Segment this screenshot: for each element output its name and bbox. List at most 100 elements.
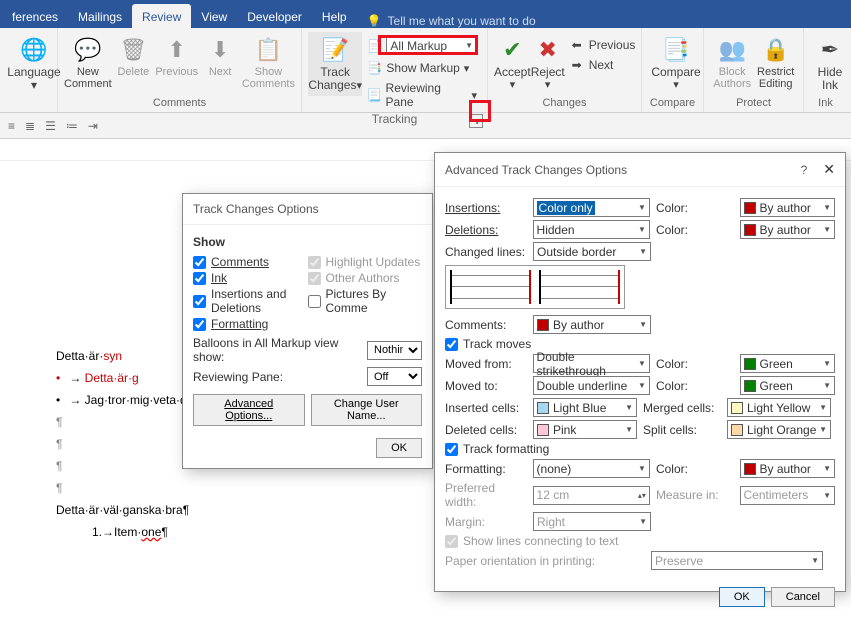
dropdown-icon: ▾ <box>31 78 37 92</box>
mt-color-combo[interactable]: Green▼ <box>740 376 836 395</box>
para-mark-icon: ¶ <box>56 459 62 473</box>
chk-ins-del[interactable]: Insertions and Deletions <box>193 287 308 315</box>
tracking-dialog-launcher[interactable]: ↘ <box>469 114 483 128</box>
chk-other-authors: Other Authors <box>308 271 423 285</box>
moved-to-combo[interactable]: Double underline▼ <box>533 376 650 395</box>
chk-track-formatting[interactable]: Track formatting <box>445 442 835 456</box>
markup-dropdown[interactable]: 📄All Markup▼ <box>362 34 481 57</box>
changes-group-label: Changes <box>494 96 635 110</box>
language-button[interactable]: 🌐 Language▾ <box>6 32 62 96</box>
show-markup-button[interactable]: 📑Show Markup ▾ <box>362 59 481 77</box>
tab-developer[interactable]: Developer <box>237 4 312 28</box>
compare-button[interactable]: 📑Compare▾ <box>648 32 704 96</box>
reject-label: Reject <box>531 65 565 79</box>
tab-references[interactable]: ferences <box>2 4 68 28</box>
para-mark-icon: ¶ <box>56 415 62 429</box>
indent-icon[interactable]: ⇥ <box>88 119 98 133</box>
ink-icon: ✒ <box>821 34 839 66</box>
atco-ok-button[interactable]: OK <box>719 587 765 607</box>
help-icon[interactable]: ? <box>801 163 808 177</box>
del-cells-label: Deleted cells: <box>445 423 527 437</box>
comments-color-combo[interactable]: By author▼ <box>533 315 651 334</box>
next-comment-button[interactable]: ⬇Next <box>198 32 241 96</box>
measure-combo[interactable]: Centimeters▼ <box>740 486 836 505</box>
tab-help[interactable]: Help <box>312 4 357 28</box>
delete-comment-button[interactable]: 🗑Delete <box>112 32 155 96</box>
block-authors-button[interactable]: 👥Block Authors <box>710 32 754 96</box>
restrict-editing-button[interactable]: 🔒Restrict Editing <box>754 32 797 96</box>
changed-lines-preview <box>445 265 625 309</box>
previous-change-button[interactable]: ⬅Previous <box>565 36 640 54</box>
reviewing-pane-select[interactable]: Off <box>367 367 422 386</box>
change-user-name-button[interactable]: Change User Name... <box>311 394 423 426</box>
balloons-label: Balloons in All Markup view show: <box>193 336 367 364</box>
previous-comment-button[interactable]: ⬆Previous <box>155 32 198 96</box>
show-comments-button[interactable]: 📋Show Comments <box>242 32 295 96</box>
chk-formatting[interactable]: Formatting <box>193 317 308 331</box>
show-comments-label: Show Comments <box>242 66 295 90</box>
markup-icon: 📄 <box>366 39 382 53</box>
prev2-label: Previous <box>589 38 636 52</box>
rp-label: Reviewing Pane: <box>193 370 283 384</box>
tco-title: Track Changes Options <box>193 202 319 216</box>
next-change-icon: ➡ <box>569 58 585 72</box>
para-mark-icon: ¶ <box>56 437 62 451</box>
align-icon[interactable]: ≣ <box>25 119 35 133</box>
advanced-options-button[interactable]: Advanced Options... <box>193 394 305 426</box>
hide-ink-button[interactable]: ✒Hide Ink <box>810 32 850 96</box>
mf-color-label: Color: <box>656 357 734 371</box>
insertions-combo[interactable]: Color only▼ <box>533 198 650 217</box>
merged-cells-combo[interactable]: Light Yellow▼ <box>727 398 831 417</box>
chk-comments[interactable]: Comments <box>193 255 308 269</box>
numbering-icon[interactable]: ≔ <box>66 119 78 133</box>
fmt-color-combo[interactable]: By author▼ <box>740 459 836 478</box>
format-icon[interactable]: ≡ <box>8 119 15 133</box>
close-icon[interactable]: ✕ <box>823 161 835 177</box>
reviewing-pane-button[interactable]: 📃Reviewing Pane ▾ <box>362 79 481 111</box>
globe-icon: 🌐 <box>20 34 47 66</box>
next-icon: ⬇ <box>211 34 229 66</box>
del-cells-combo[interactable]: Pink▼ <box>533 420 637 439</box>
tell-me-search[interactable]: 💡 Tell me what you want to do <box>357 14 546 28</box>
reviewing-pane-icon: 📃 <box>366 88 381 102</box>
new-comment-button[interactable]: 💬New Comment <box>64 32 112 96</box>
accept-button[interactable]: ✔Accept▾ <box>494 32 531 96</box>
bulb-icon: 💡 <box>367 14 382 28</box>
prev-icon: ⬆ <box>168 34 186 66</box>
doc-l1b: syn <box>103 349 122 363</box>
moved-from-combo[interactable]: Double strikethrough▼ <box>533 354 650 373</box>
mf-color-combo[interactable]: Green▼ <box>740 354 836 373</box>
bullets-icon[interactable]: ☰ <box>45 119 56 133</box>
previous-label: Previous <box>155 66 198 78</box>
pref-width-label: Preferred width: <box>445 481 527 509</box>
chk-pictures[interactable]: Pictures By Comme <box>308 287 423 315</box>
reject-button[interactable]: ✖Reject▾ <box>531 32 565 96</box>
ins-color-combo[interactable]: By author▼ <box>740 198 836 217</box>
tab-mailings[interactable]: Mailings <box>68 4 132 28</box>
markup-value: All Markup <box>390 39 447 53</box>
ins-color-label: Color: <box>656 201 734 215</box>
doc-l2: Detta·är·g <box>85 371 139 385</box>
next-label: Next <box>209 66 232 78</box>
new-comment-label: New Comment <box>64 66 112 90</box>
balloons-select[interactable]: Nothing <box>367 341 422 360</box>
track-changes-button[interactable]: 📝Track Changes▾ <box>308 32 362 96</box>
formatting-combo[interactable]: (none)▼ <box>533 459 650 478</box>
del-color-combo[interactable]: By author▼ <box>740 220 836 239</box>
chk-ink[interactable]: Ink <box>193 271 308 285</box>
deletions-combo[interactable]: Hidden▼ <box>533 220 650 239</box>
tab-view[interactable]: View <box>191 4 237 28</box>
changed-lines-combo[interactable]: Outside border▼ <box>533 242 651 261</box>
next-change-button[interactable]: ➡Next <box>565 56 640 74</box>
split-cells-label: Split cells: <box>643 423 721 437</box>
split-cells-combo[interactable]: Light Orange▼ <box>727 420 831 439</box>
tab-review[interactable]: Review <box>132 4 191 28</box>
tco-ok-button[interactable]: OK <box>376 438 422 458</box>
ins-cells-combo[interactable]: Light Blue▼ <box>533 398 637 417</box>
atco-cancel-button[interactable]: Cancel <box>771 587 835 607</box>
deletions-label: Deletions: <box>445 223 527 237</box>
insertions-label: Insertions: <box>445 201 527 215</box>
ink-group-label: Ink <box>810 96 841 110</box>
para-mark-icon: ¶ <box>56 481 62 495</box>
chk-track-moves[interactable]: Track moves <box>445 337 835 351</box>
